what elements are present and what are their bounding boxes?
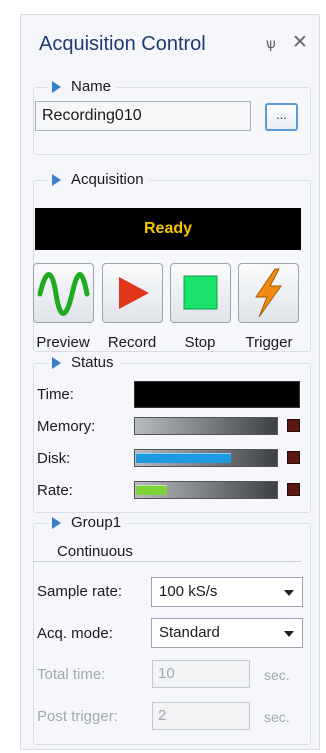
recording-name-input[interactable]: Recording010	[35, 101, 251, 131]
browse-button[interactable]: ...	[265, 103, 298, 131]
disk-label: Disk:	[37, 450, 71, 467]
disk-indicator	[287, 451, 300, 464]
total-time-unit: sec.	[264, 667, 290, 683]
chevron-down-icon	[284, 590, 294, 596]
stop-label: Stop	[184, 334, 216, 351]
preview-label: Preview	[36, 334, 90, 351]
sample-rate-value: 100 kS/s	[159, 583, 218, 600]
total-time-label: Total time:	[37, 666, 106, 683]
acq-mode-select[interactable]: Standard	[151, 618, 303, 648]
expand-triangle-icon	[52, 356, 61, 369]
panel-titlebar: Acquisition Control ѱ ✕	[21, 15, 319, 73]
acq-mode-value: Standard	[159, 624, 220, 641]
sine-wave-icon	[37, 272, 90, 316]
total-time-input[interactable]: 10	[152, 660, 250, 688]
continuous-label: Continuous	[53, 543, 137, 560]
disk-meter-fill	[136, 453, 231, 463]
post-trigger-label: Post trigger:	[37, 708, 118, 725]
acquisition-control-panel: Acquisition Control ѱ ✕ Name Recording01…	[20, 14, 320, 750]
memory-indicator	[287, 419, 300, 432]
trigger-button[interactable]	[238, 263, 299, 323]
memory-label: Memory:	[37, 418, 96, 435]
expand-triangle-icon	[52, 516, 61, 529]
disk-meter	[134, 449, 278, 467]
status-group-title: Status	[71, 354, 114, 371]
memory-meter	[134, 417, 278, 435]
continuous-separator	[33, 561, 301, 562]
post-trigger-label-text: Post trigger:	[37, 708, 118, 725]
time-label: Time:	[37, 386, 74, 403]
stop-square-icon	[183, 275, 218, 310]
stop-button[interactable]	[170, 263, 231, 323]
rate-label: Rate:	[37, 482, 73, 499]
group1-header[interactable]: Group1	[48, 514, 128, 531]
lightning-icon	[255, 268, 282, 318]
trigger-label: Trigger	[245, 334, 293, 351]
sample-rate-label: Sample rate:	[37, 583, 123, 600]
record-label: Record	[107, 334, 157, 351]
sample-rate-select[interactable]: 100 kS/s	[151, 577, 303, 607]
expand-triangle-icon	[52, 173, 61, 186]
record-button[interactable]	[102, 263, 163, 323]
chevron-down-icon	[284, 631, 294, 637]
acquisition-group-title: Acquisition	[71, 171, 144, 188]
rate-meter	[134, 481, 278, 499]
preview-button[interactable]	[33, 263, 94, 323]
play-triangle-icon	[119, 277, 149, 309]
status-group-header[interactable]: Status	[48, 354, 120, 371]
group1-title: Group1	[71, 514, 122, 531]
name-group-header[interactable]: Name	[48, 78, 118, 95]
acquisition-group-header[interactable]: Acquisition	[48, 171, 150, 188]
acq-mode-label: Acq. mode:	[37, 625, 113, 642]
name-group-title: Name	[71, 78, 112, 95]
post-trigger-unit: sec.	[264, 709, 290, 725]
rate-meter-fill	[136, 485, 167, 495]
acquisition-status-display: Ready	[35, 208, 301, 250]
post-trigger-input[interactable]: 2	[152, 702, 250, 730]
rate-indicator	[287, 483, 300, 496]
pin-icon[interactable]: ѱ	[266, 35, 276, 51]
expand-triangle-icon	[52, 80, 61, 93]
panel-title: Acquisition Control	[39, 33, 206, 55]
time-display	[134, 381, 300, 408]
close-icon[interactable]: ✕	[292, 31, 308, 54]
